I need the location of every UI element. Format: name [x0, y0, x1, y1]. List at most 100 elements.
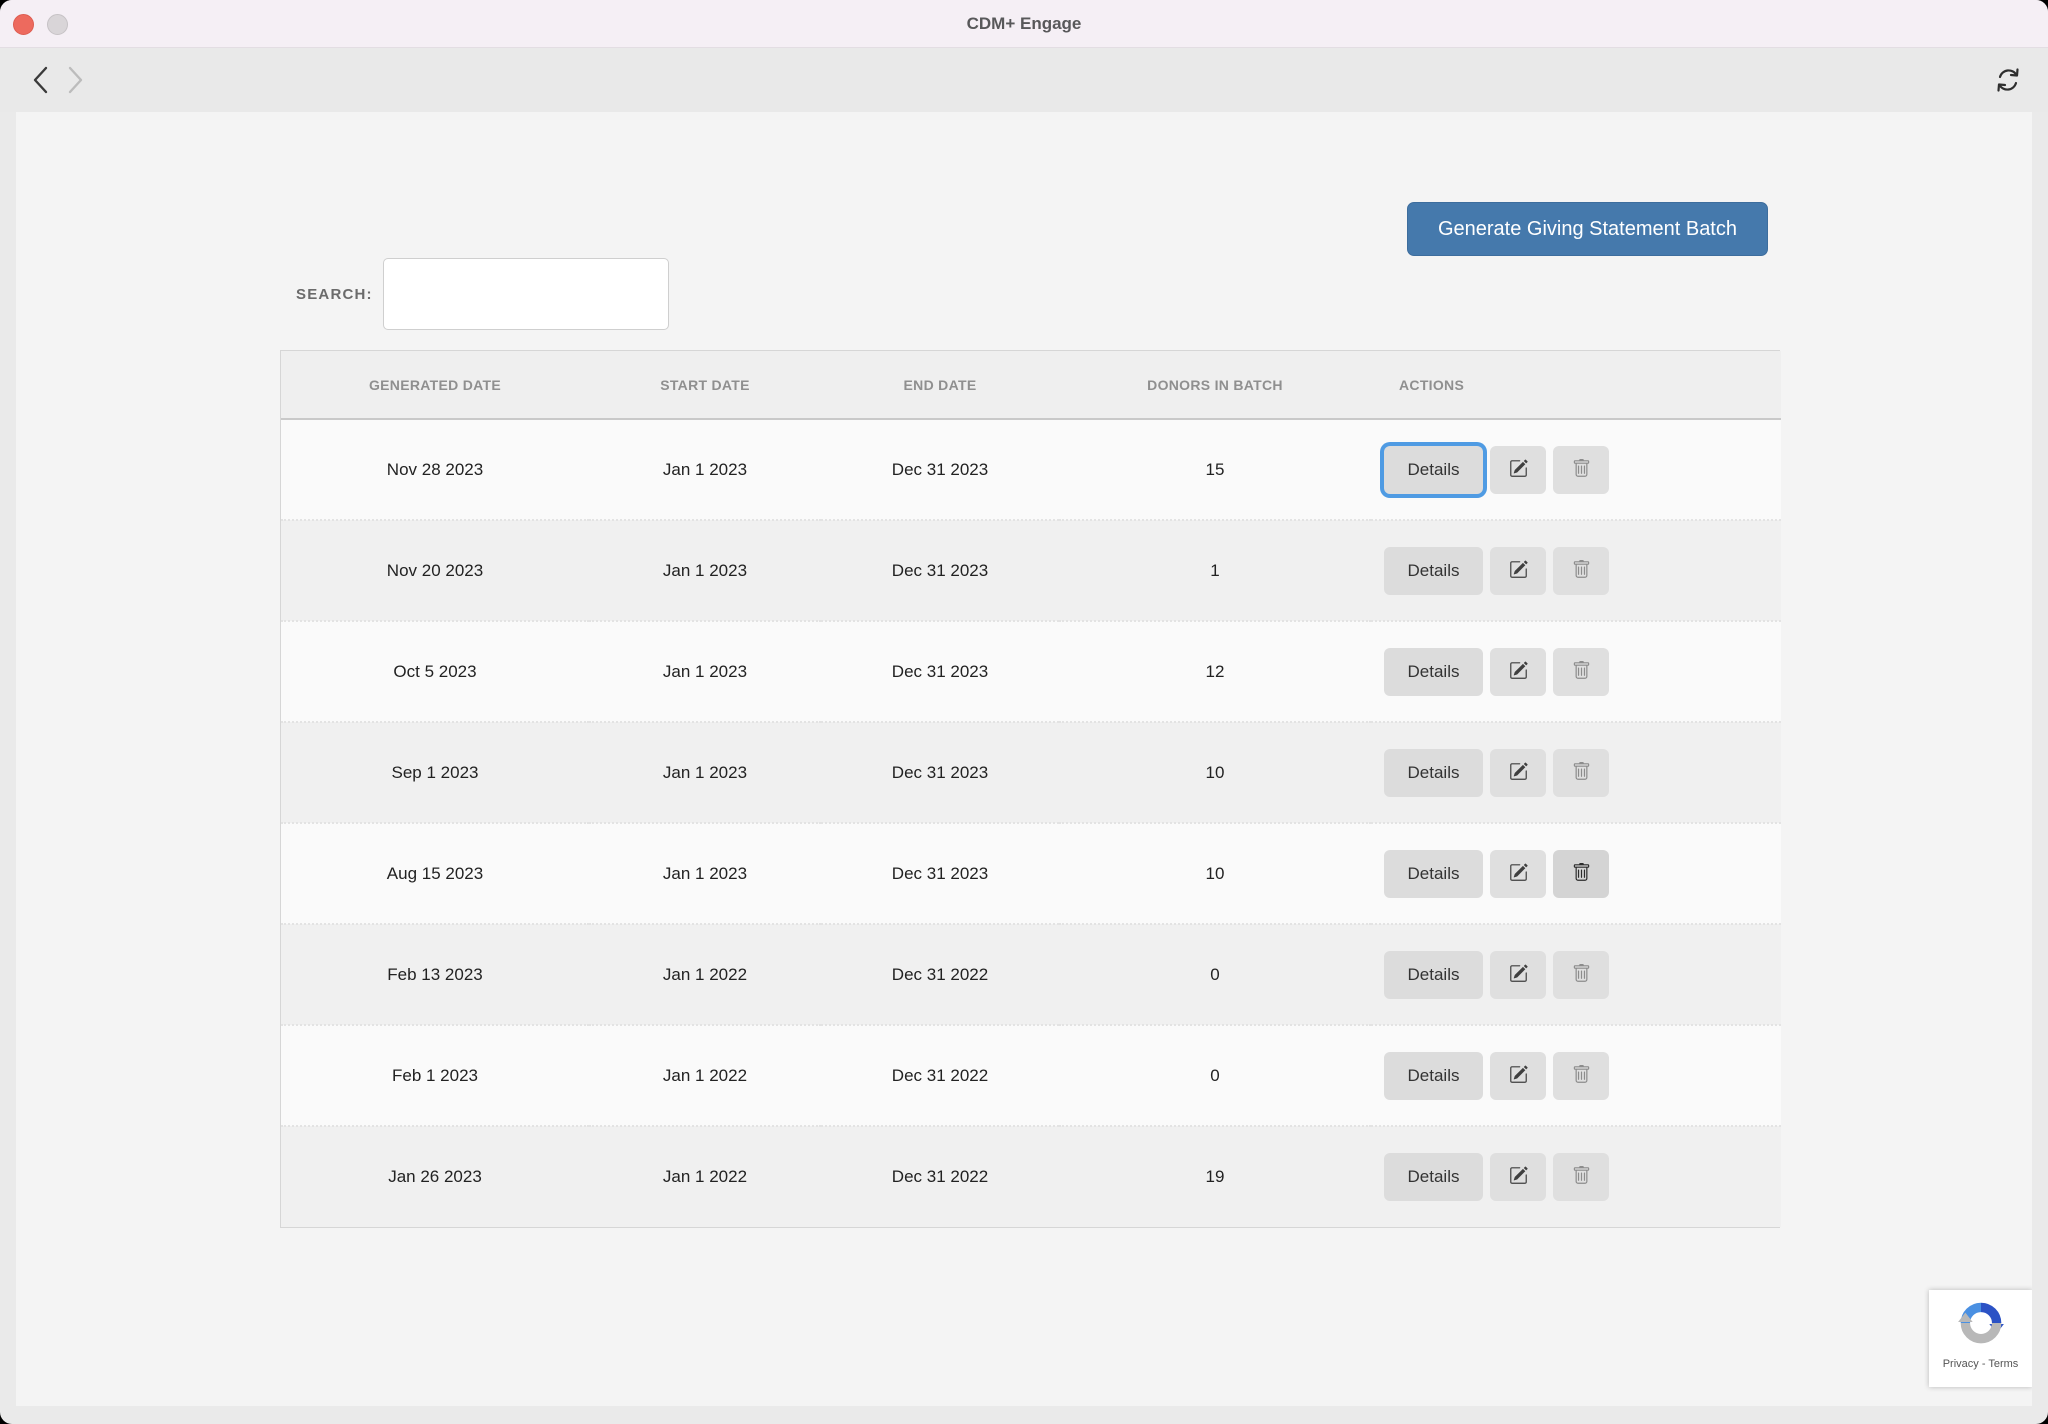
generated-date-cell: Aug 15 2023: [281, 823, 589, 924]
start-date-cell: Jan 1 2022: [589, 1126, 821, 1227]
start-date-cell: Jan 1 2023: [589, 621, 821, 722]
table-header: Generated Date Start Date End Date Donor…: [281, 351, 1781, 419]
actions-cell: Details: [1371, 1025, 1781, 1126]
start-date-cell: Jan 1 2023: [589, 520, 821, 621]
table-row: Feb 1 2023 Jan 1 2022 Dec 31 2022 0 Deta…: [281, 1025, 1781, 1126]
donors-in-batch-cell: 10: [1059, 722, 1371, 823]
trash-icon: [1572, 661, 1591, 683]
table-row: Nov 20 2023 Jan 1 2023 Dec 31 2023 1 Det…: [281, 520, 1781, 621]
app-window: CDM+ Engage: [0, 0, 2048, 1424]
delete-button[interactable]: [1553, 446, 1609, 494]
delete-button[interactable]: [1553, 1052, 1609, 1100]
delete-button[interactable]: [1553, 547, 1609, 595]
generated-date-cell: Nov 20 2023: [281, 520, 589, 621]
table-row: Nov 28 2023 Jan 1 2023 Dec 31 2023 15 De…: [281, 419, 1781, 520]
start-date-cell: Jan 1 2023: [589, 823, 821, 924]
donors-in-batch-cell: 0: [1059, 1025, 1371, 1126]
start-date-cell: Jan 1 2023: [589, 722, 821, 823]
end-date-cell: Dec 31 2023: [821, 419, 1059, 520]
actions-cell: Details: [1371, 621, 1781, 722]
delete-button[interactable]: [1553, 648, 1609, 696]
generated-date-cell: Feb 1 2023: [281, 1025, 589, 1126]
recaptcha-privacy-terms[interactable]: Privacy - Terms: [1943, 1358, 2019, 1370]
end-date-cell: Dec 31 2022: [821, 1025, 1059, 1126]
titlebar: CDM+ Engage: [0, 0, 2048, 48]
delete-button[interactable]: [1553, 1153, 1609, 1201]
column-header-end-date: End Date: [821, 351, 1059, 419]
edit-button[interactable]: [1490, 648, 1546, 696]
delete-button[interactable]: [1553, 749, 1609, 797]
back-button[interactable]: [28, 65, 54, 95]
trash-icon: [1572, 560, 1591, 582]
end-date-cell: Dec 31 2022: [821, 1126, 1059, 1227]
actions-cell: Details: [1371, 823, 1781, 924]
refresh-button[interactable]: [1992, 64, 2024, 96]
edit-pencil-icon: [1509, 1166, 1528, 1188]
delete-button[interactable]: [1553, 951, 1609, 999]
table-body: Nov 28 2023 Jan 1 2023 Dec 31 2023 15 De…: [281, 419, 1781, 1227]
column-header-start-date: Start Date: [589, 351, 821, 419]
details-button[interactable]: Details: [1384, 1052, 1483, 1100]
donors-in-batch-cell: 15: [1059, 419, 1371, 520]
generated-date-cell: Sep 1 2023: [281, 722, 589, 823]
generated-date-cell: Nov 28 2023: [281, 419, 589, 520]
edit-button[interactable]: [1490, 951, 1546, 999]
end-date-cell: Dec 31 2023: [821, 722, 1059, 823]
chevron-right-icon: [64, 83, 86, 98]
trash-icon: [1572, 762, 1591, 784]
end-date-cell: Dec 31 2022: [821, 924, 1059, 1025]
search-input[interactable]: [383, 258, 669, 330]
trash-icon: [1572, 459, 1591, 481]
start-date-cell: Jan 1 2022: [589, 924, 821, 1025]
donors-in-batch-cell: 10: [1059, 823, 1371, 924]
edit-button[interactable]: [1490, 1052, 1546, 1100]
actions-cell: Details: [1371, 722, 1781, 823]
recaptcha-logo-icon: [1956, 1298, 2006, 1353]
trash-icon: [1572, 1166, 1591, 1188]
donors-in-batch-cell: 19: [1059, 1126, 1371, 1227]
table-row: Jan 26 2023 Jan 1 2022 Dec 31 2022 19 De…: [281, 1126, 1781, 1227]
details-button[interactable]: Details: [1384, 547, 1483, 595]
edit-pencil-icon: [1509, 560, 1528, 582]
recaptcha-badge[interactable]: Privacy - Terms: [1929, 1290, 2032, 1387]
column-header-generated-date: Generated Date: [281, 351, 589, 419]
edit-button[interactable]: [1490, 749, 1546, 797]
donors-in-batch-cell: 1: [1059, 520, 1371, 621]
edit-button[interactable]: [1490, 1153, 1546, 1201]
search-label: SEARCH:: [296, 286, 373, 303]
edit-pencil-icon: [1509, 1065, 1528, 1087]
details-button[interactable]: Details: [1384, 850, 1483, 898]
toolbar: [0, 48, 2048, 112]
donors-in-batch-cell: 0: [1059, 924, 1371, 1025]
delete-button[interactable]: [1553, 850, 1609, 898]
forward-button[interactable]: [62, 65, 88, 95]
details-button[interactable]: Details: [1384, 1153, 1483, 1201]
details-button[interactable]: Details: [1384, 951, 1483, 999]
edit-button[interactable]: [1490, 850, 1546, 898]
details-button[interactable]: Details: [1384, 446, 1483, 494]
edit-button[interactable]: [1490, 446, 1546, 494]
edit-pencil-icon: [1509, 459, 1528, 481]
actions-cell: Details: [1371, 419, 1781, 520]
start-date-cell: Jan 1 2023: [589, 419, 821, 520]
start-date-cell: Jan 1 2022: [589, 1025, 821, 1126]
details-button[interactable]: Details: [1384, 749, 1483, 797]
column-header-donors-in-batch: Donors in Batch: [1059, 351, 1371, 419]
table-row: Oct 5 2023 Jan 1 2023 Dec 31 2023 12 Det…: [281, 621, 1781, 722]
refresh-icon: [1992, 84, 2024, 99]
generate-giving-statement-batch-button[interactable]: Generate Giving Statement Batch: [1407, 202, 1768, 256]
table-row: Sep 1 2023 Jan 1 2023 Dec 31 2023 10 Det…: [281, 722, 1781, 823]
trash-icon: [1572, 964, 1591, 986]
edit-button[interactable]: [1490, 547, 1546, 595]
trash-icon: [1572, 1065, 1591, 1087]
chevron-left-icon: [30, 83, 52, 98]
end-date-cell: Dec 31 2023: [821, 823, 1059, 924]
actions-cell: Details: [1371, 1126, 1781, 1227]
main-content: Generate Giving Statement Batch SEARCH: …: [16, 112, 2032, 1406]
generated-date-cell: Feb 13 2023: [281, 924, 589, 1025]
column-header-actions: Actions: [1371, 351, 1781, 419]
actions-cell: Details: [1371, 924, 1781, 1025]
edit-pencil-icon: [1509, 661, 1528, 683]
details-button[interactable]: Details: [1384, 648, 1483, 696]
generated-date-cell: Jan 26 2023: [281, 1126, 589, 1227]
